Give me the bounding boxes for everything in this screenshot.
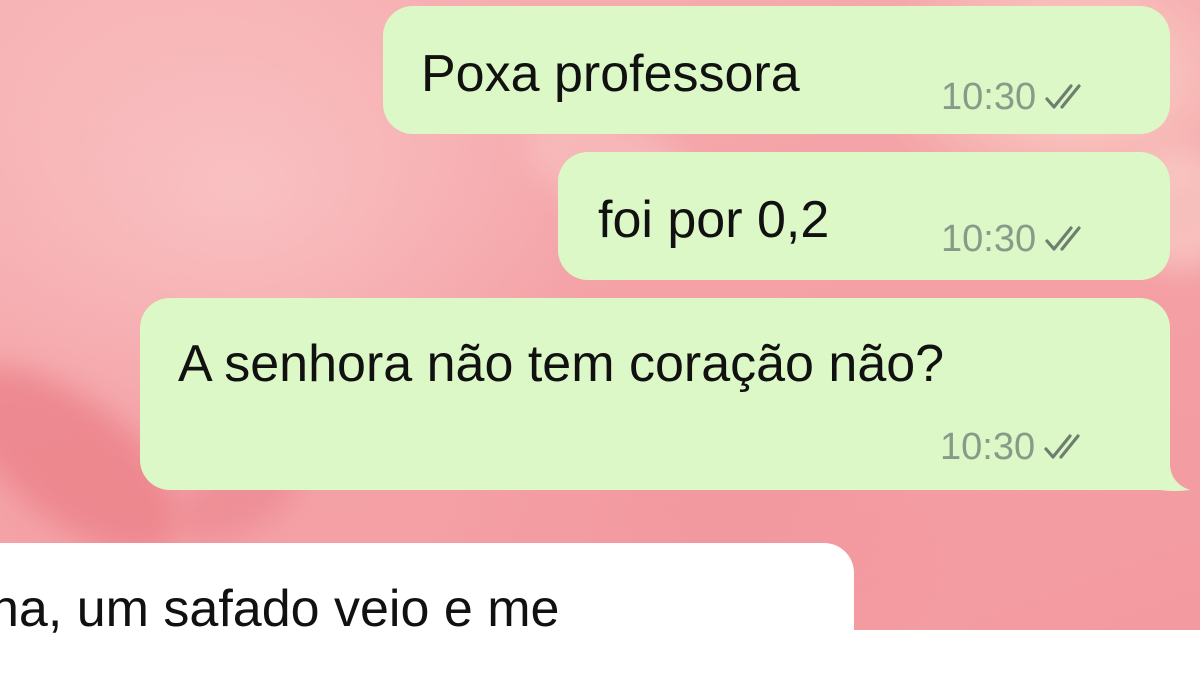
message-meta: 10:30 (940, 428, 1089, 466)
message-text: foi por 0,2 (598, 191, 830, 249)
message-time: 10:30 (941, 218, 1037, 260)
read-double-check-icon (1045, 84, 1081, 109)
message-time: 10:30 (940, 426, 1036, 468)
outgoing-message-bubble[interactable]: foi por 0,2 10:30 (558, 152, 1170, 280)
incoming-message-bubble[interactable]: na, um safado veio e me (0, 543, 854, 683)
read-double-check-icon (1045, 226, 1081, 251)
read-double-check-icon (1044, 434, 1080, 459)
bubble-tail (1160, 466, 1190, 491)
outgoing-message-bubble[interactable]: Poxa professora 10:30 (383, 6, 1170, 134)
message-meta: 10:30 (941, 220, 1090, 258)
outgoing-message-bubble[interactable]: A senhora não tem coração não? 10:30 (140, 298, 1170, 490)
message-text: A senhora não tem coração não? (178, 335, 945, 393)
message-text: na, um safado veio e me (0, 580, 560, 638)
message-text: Poxa professora (421, 45, 800, 103)
message-meta: 10:30 (941, 78, 1090, 116)
message-time: 10:30 (941, 76, 1037, 118)
